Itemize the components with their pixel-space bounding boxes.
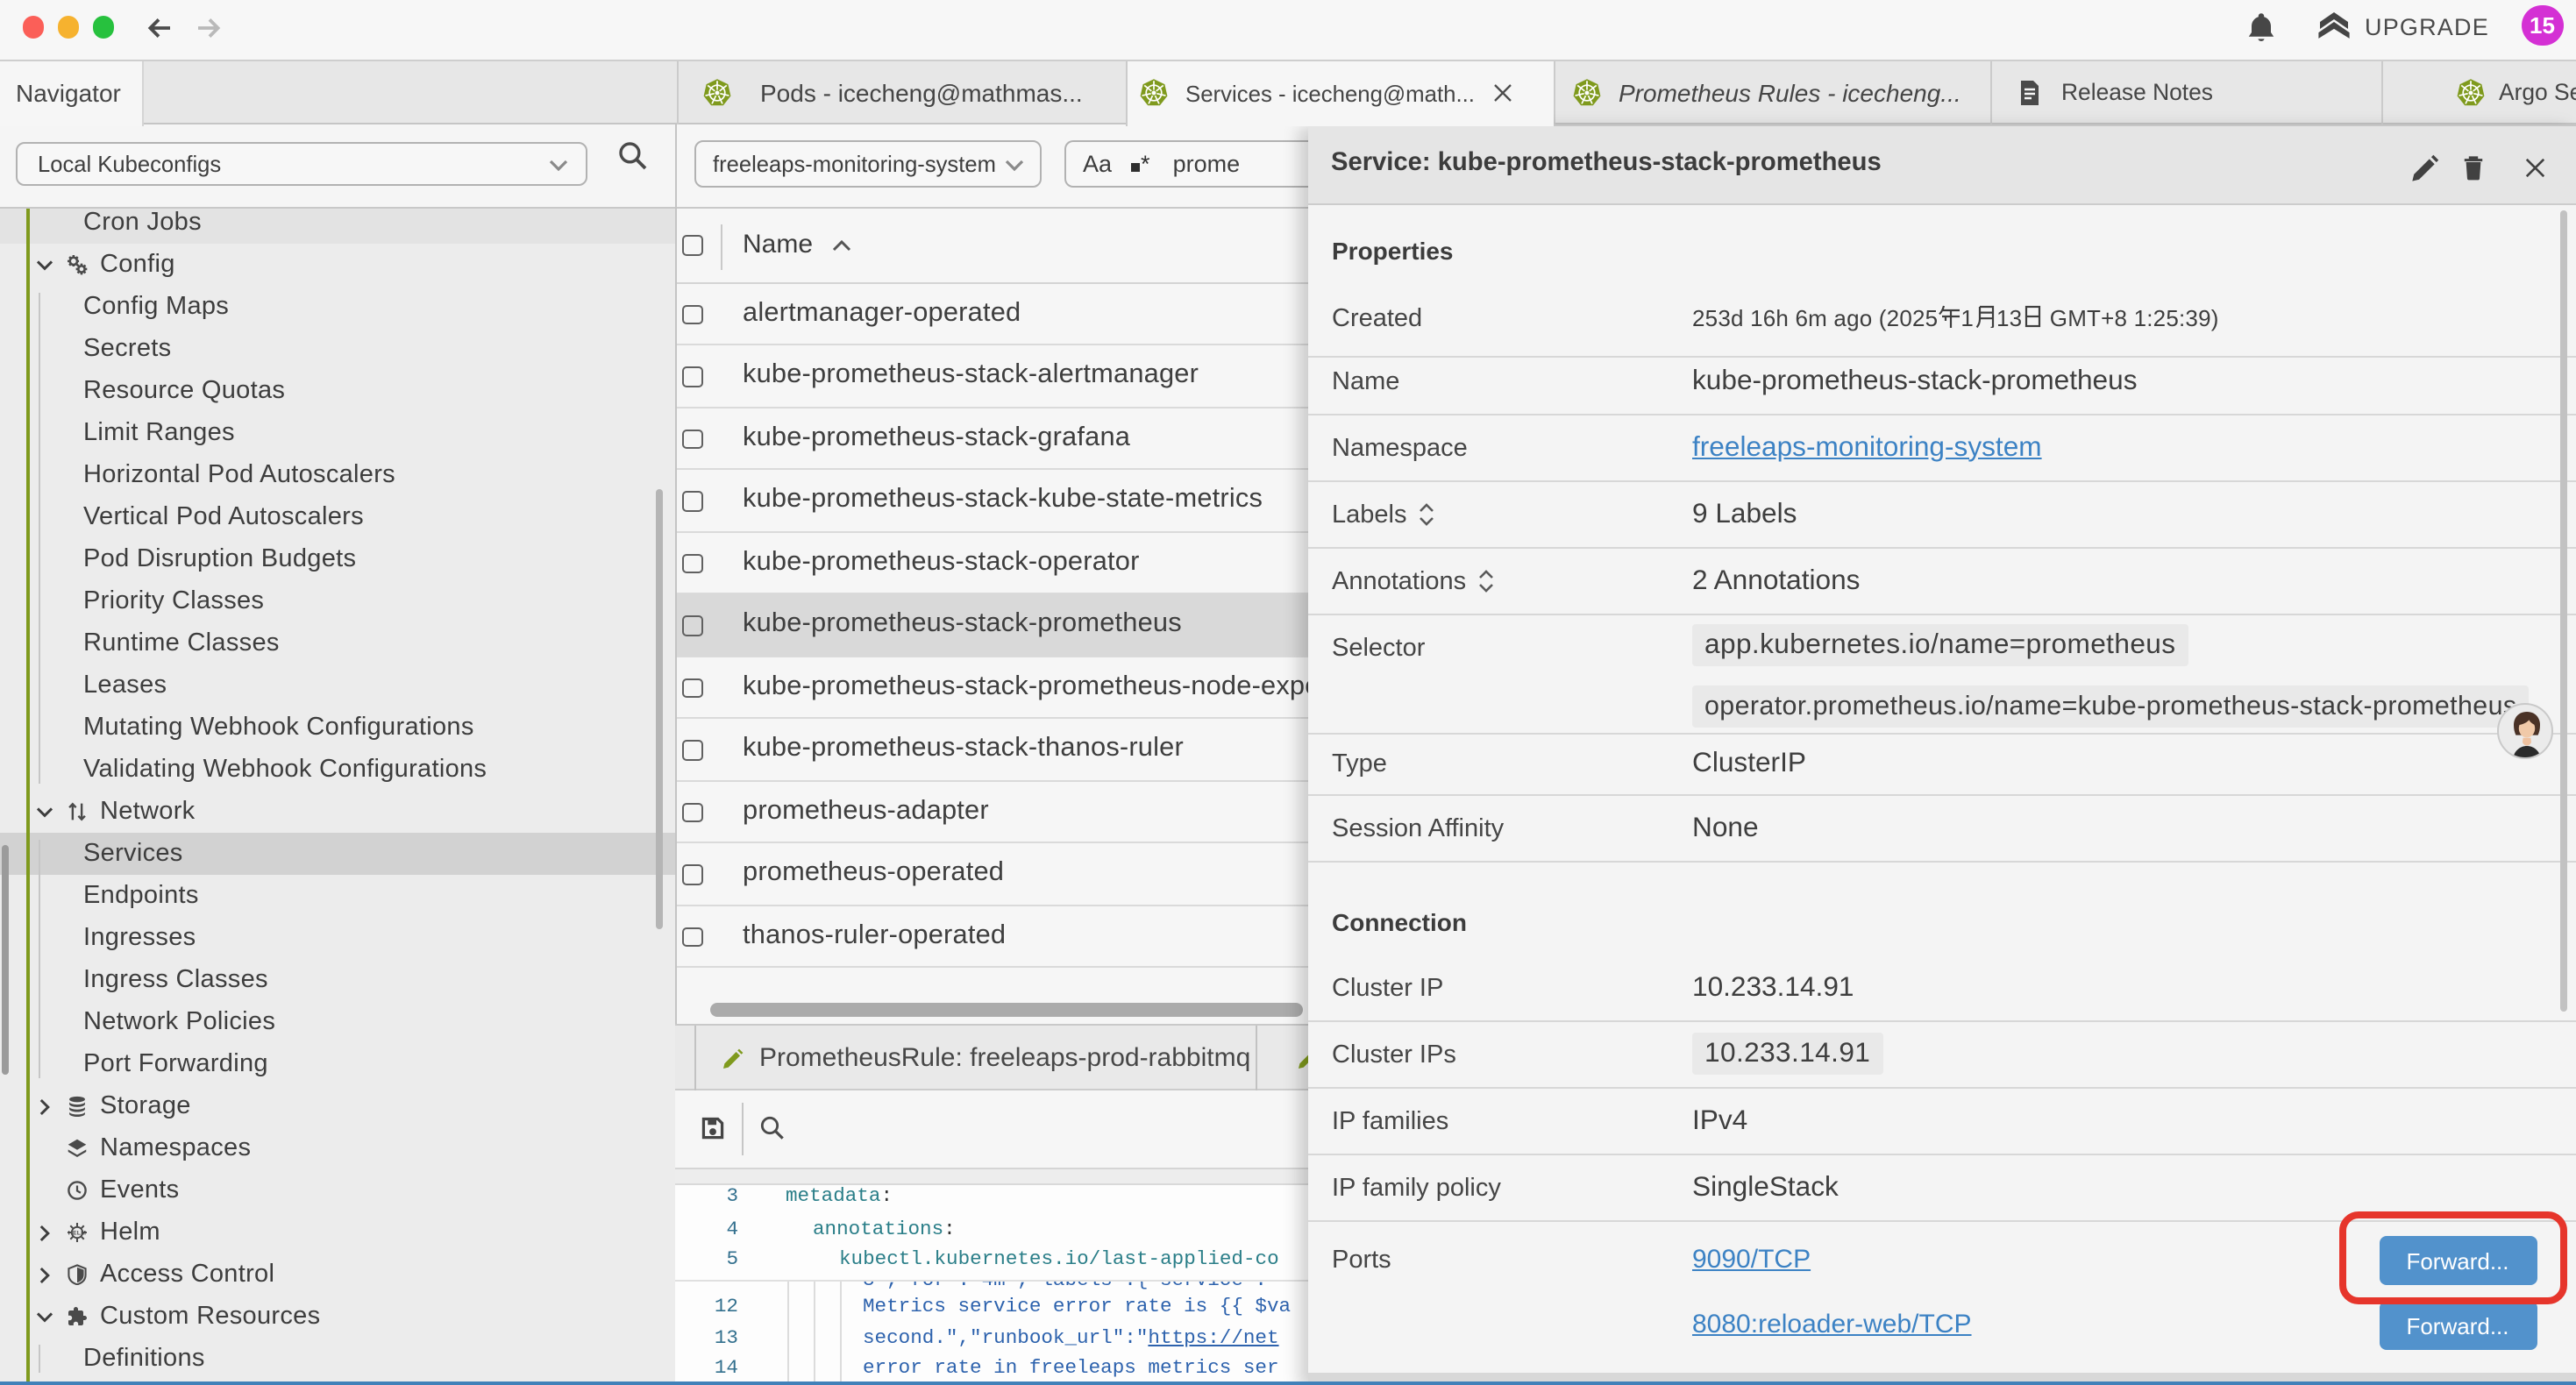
svg-text:HELM: HELM (68, 1231, 85, 1237)
